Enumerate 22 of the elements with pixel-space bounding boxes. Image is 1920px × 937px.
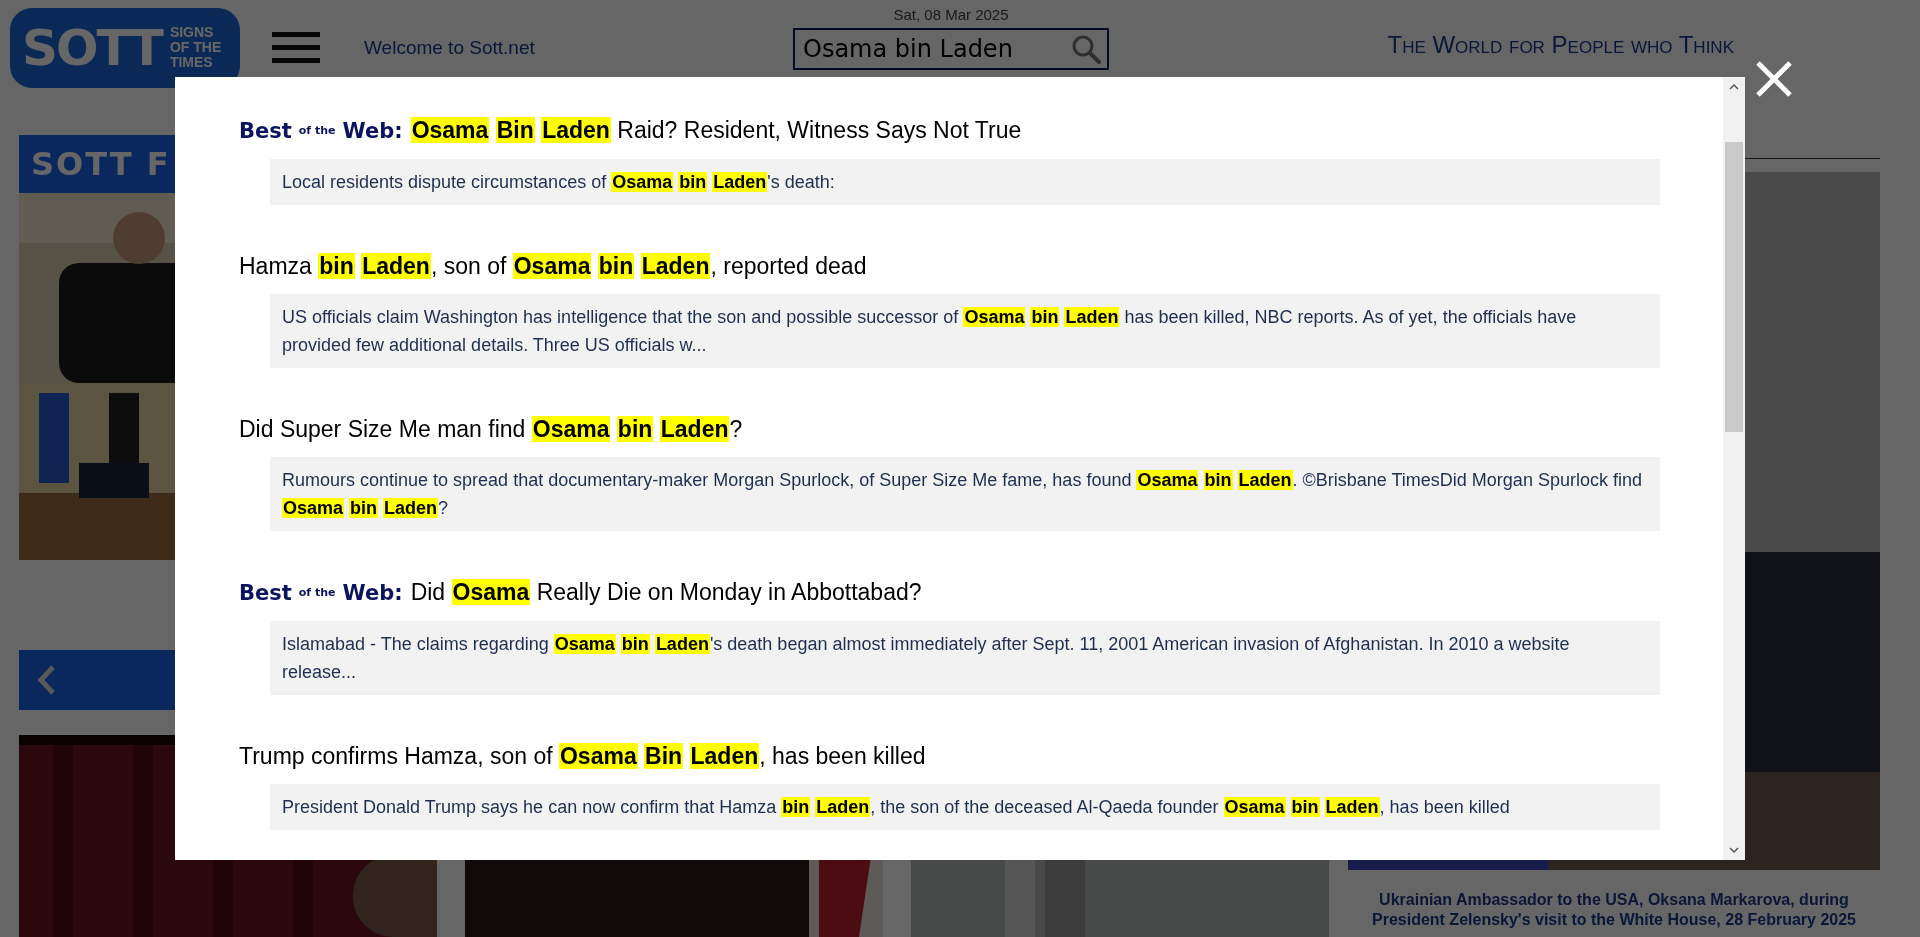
result-title[interactable]: Best $^{of the}$ Web: Osama Bin Laden Raid? Resident, Witness Says Not True (239, 115, 1660, 146)
result-title[interactable]: Did Super Size Me man find Osama bin Laden? (239, 414, 1660, 444)
photo-caption: Ukrainian Ambassador to the USA, Oksana Markarova, during President Zelensky's visit to the White House, 28 February 2025 (1371, 890, 1857, 930)
date-text: Sat, 08 Mar 2025 (893, 6, 1009, 23)
result-snippet: Rumours continue to spread that documentary-maker Morgan Spurlock, of Super Size Me fame, has found Osama bin Laden. ©Brisbane TimesDid Morgan Spurlock find Osama bin Laden? (270, 457, 1660, 531)
result-snippet: US officials claim Washington has intelligence that the son and possible successor of Osama bin Laden has been killed, NBC reports. As of yet, the officials have provided few additional details. Three US officials w... (270, 294, 1660, 368)
search-icon[interactable] (1071, 34, 1101, 64)
result-title[interactable]: Trump confirms Hamza, son of Osama Bin Laden, has been killed (239, 741, 1660, 771)
result-snippet: President Donald Trump says he can now confirm that Hamza bin Laden, the son of the deceased Al-Qaeda founder Osama bin Laden, has been killed (270, 784, 1660, 830)
result-snippet: Islamabad - The claims regarding Osama bin Laden's death began almost immediately after Sept. 11, 2001 American invasion of Afghanistan. In 2010 a website release... (270, 621, 1660, 695)
scrollbar[interactable] (1723, 77, 1745, 860)
menu-icon[interactable] (272, 29, 320, 66)
banner-title: SOTT F (31, 145, 171, 183)
result-title[interactable]: Best $^{of the}$ Web: Did Osama Really Die on Monday in Abbottabad? (239, 577, 1660, 608)
result-title[interactable]: Hamza bin Laden, son of Osama bin Laden, reported dead (239, 251, 1660, 281)
close-icon[interactable] (1755, 60, 1793, 98)
search-field[interactable]: Osama bin Laden (793, 28, 1109, 70)
site-tagline: The World for People who Think (1387, 30, 1734, 59)
chevron-left-icon[interactable] (37, 664, 57, 696)
scrollbar-thumb[interactable] (1725, 142, 1743, 432)
scroll-down-icon[interactable] (1728, 844, 1740, 856)
result-snippet: Local residents dispute circumstances of Osama bin Laden's death: (270, 159, 1660, 205)
